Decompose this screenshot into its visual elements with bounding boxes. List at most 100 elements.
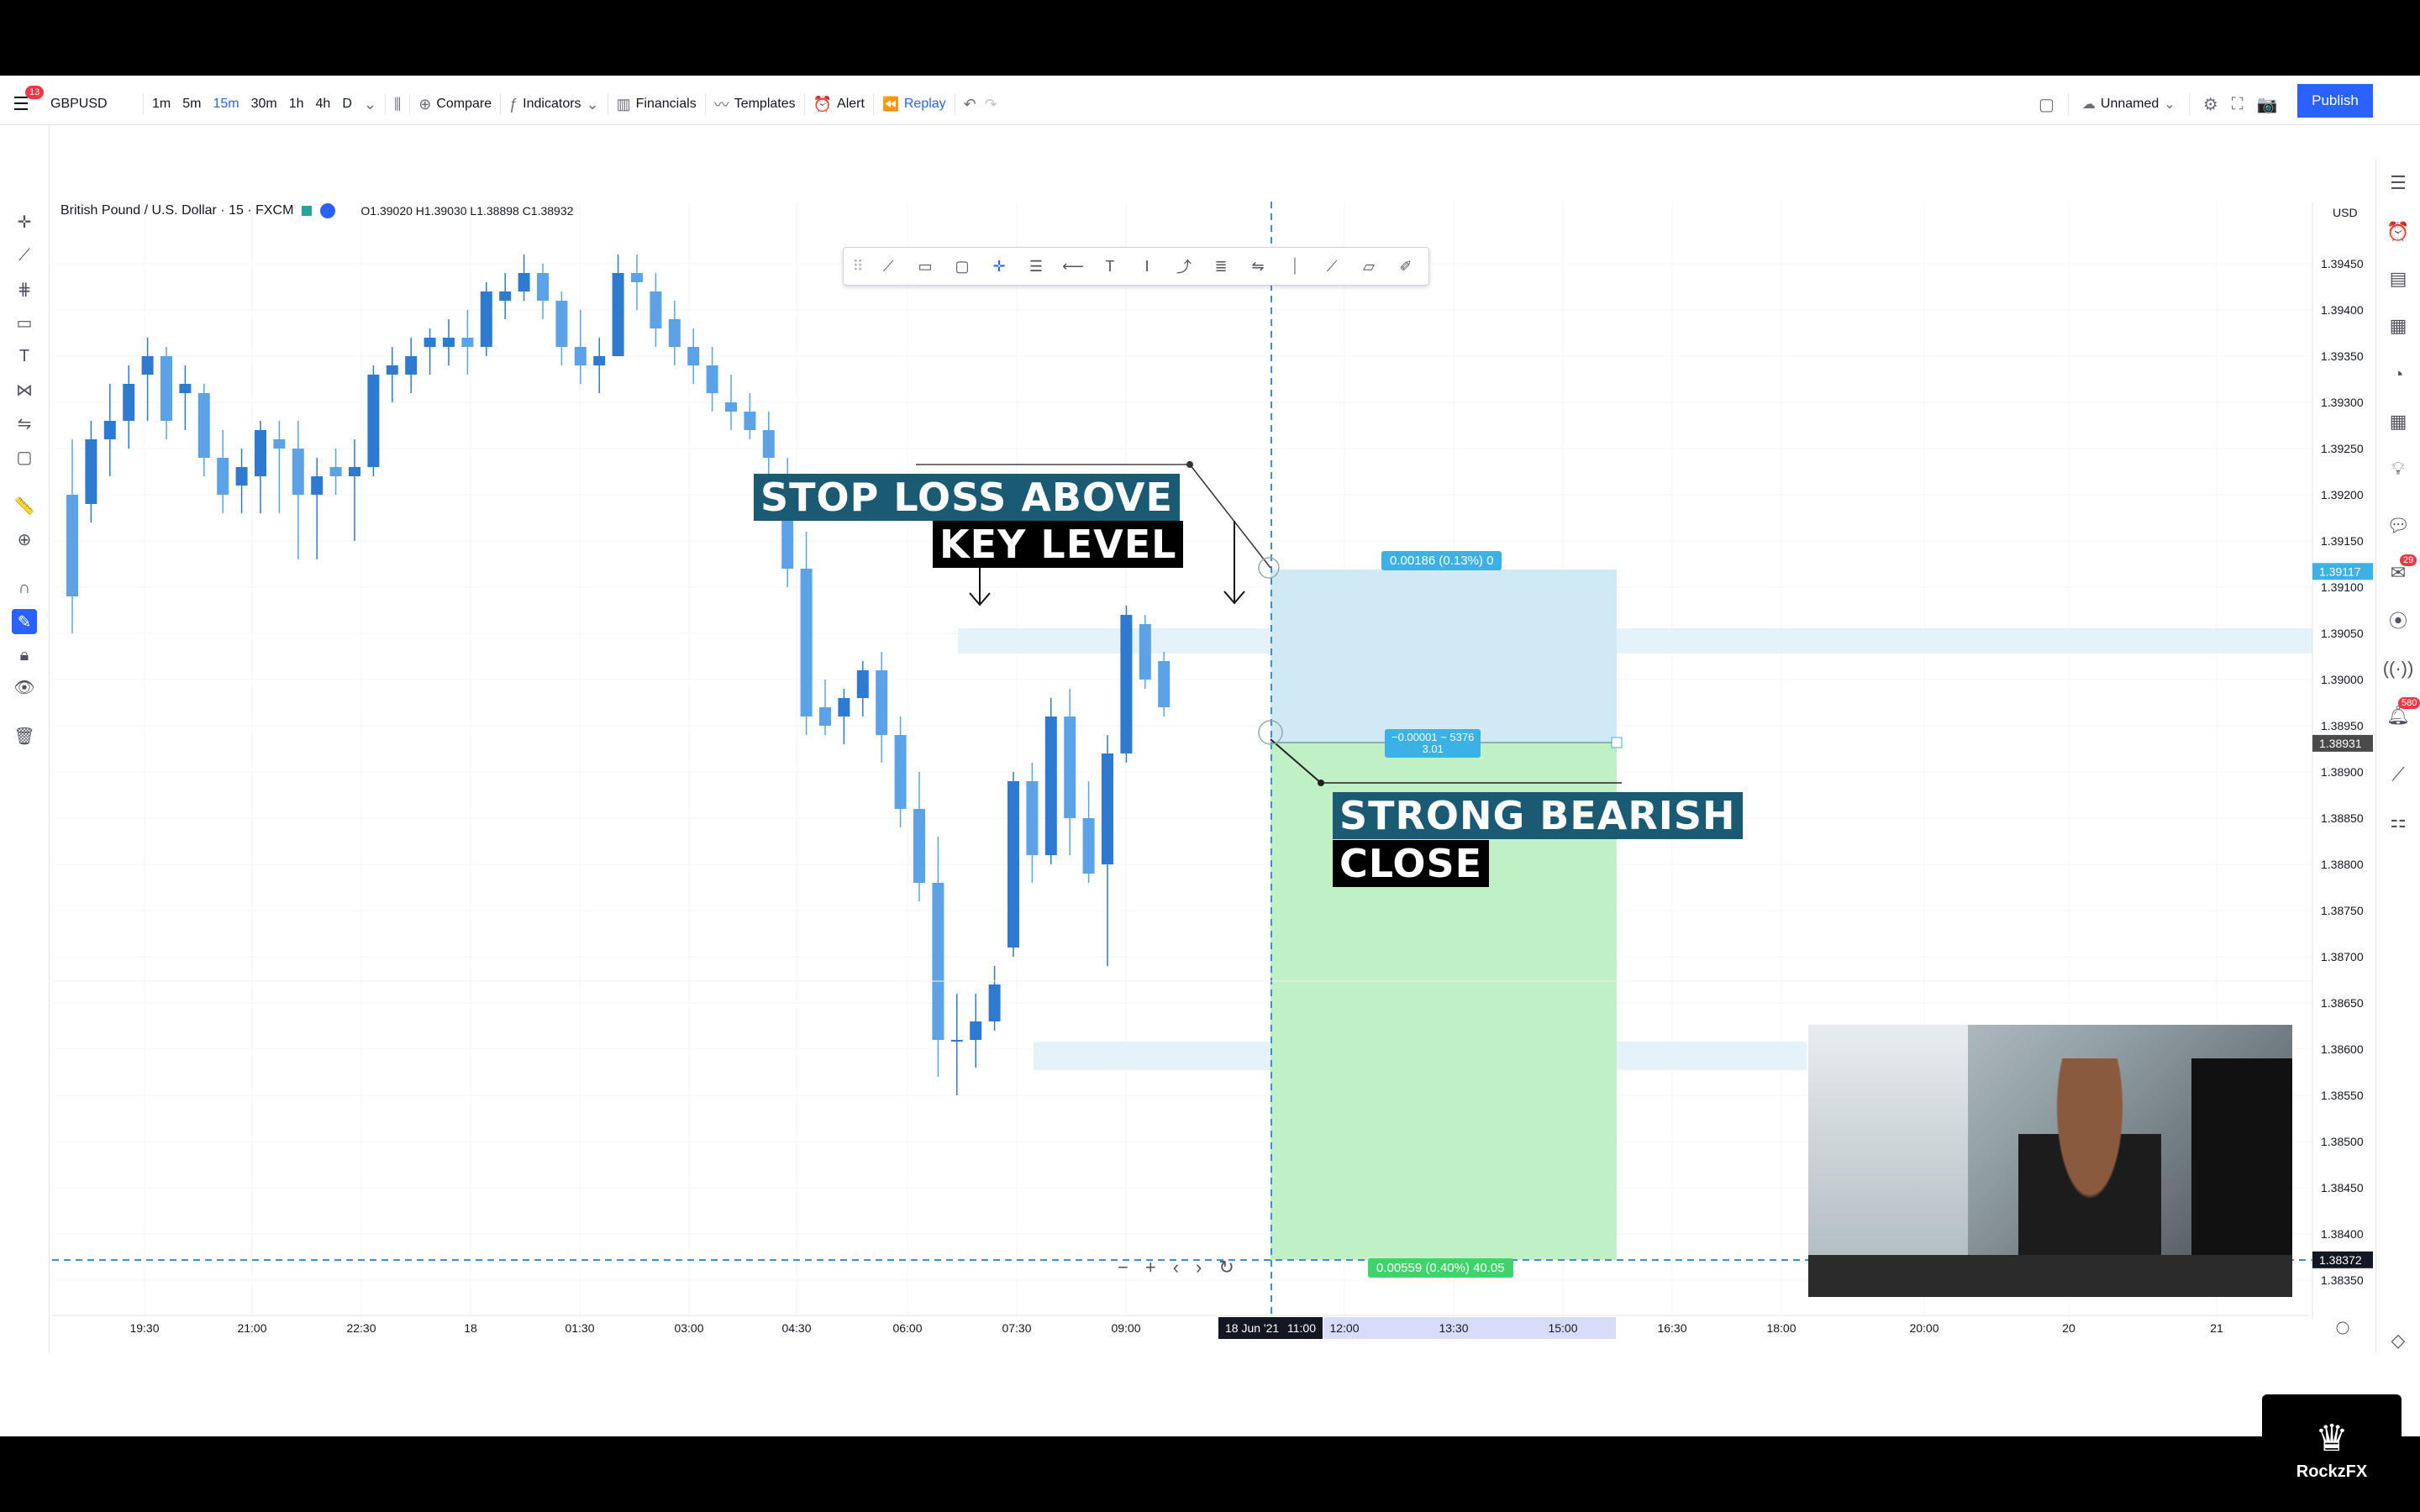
symbol-title[interactable]: British Pound / U.S. Dollar · 15 · FXCM [60, 203, 293, 218]
text-icon[interactable]: T [1097, 254, 1123, 279]
candle-body [1026, 781, 1039, 855]
rectangle-tool-icon[interactable]: ▭ [12, 310, 37, 335]
price-tick: 1.39450 [2321, 257, 2364, 270]
interval-15m[interactable]: 15m [213, 97, 239, 112]
trend-line-icon[interactable]: ⟋ [876, 254, 901, 279]
interval-d[interactable]: D [342, 97, 352, 112]
chevron-down-icon[interactable]: ⌄ [364, 96, 376, 113]
idea-icon[interactable]: 💡︎ [2385, 455, 2412, 482]
templates-button[interactable]: 〰 Templates [706, 84, 804, 124]
interval-1m[interactable]: 1m [152, 97, 171, 112]
text-tool-icon[interactable]: T [12, 344, 37, 369]
zoom-in-icon[interactable]: ⊕ [12, 527, 37, 552]
interval-1h[interactable]: 1h [289, 97, 304, 112]
news-icon[interactable]: ▤ [2385, 265, 2412, 292]
alarm-clock-icon[interactable]: ⏰ [2385, 218, 2412, 245]
candle-body [612, 273, 624, 356]
interval-4h[interactable]: 4h [316, 97, 331, 112]
bar-chart-icon: ▥ [616, 95, 631, 113]
price-tick: 1.38550 [2321, 1089, 2364, 1102]
layout-name-button[interactable]: ☁ Unnamed ⌄ [2082, 96, 2175, 113]
candle-body [66, 495, 78, 596]
brush-icon[interactable]: ✐ [1393, 254, 1418, 279]
watchlist-icon[interactable]: ☰ [2385, 170, 2412, 197]
pattern-tool-icon[interactable]: ⋈ [12, 377, 37, 402]
calendar-icon[interactable]: ▦ [2385, 408, 2412, 435]
price-tick: 1.38900 [2321, 765, 2364, 779]
broadcast-icon[interactable]: ((·)) [2383, 655, 2414, 682]
candle-body [838, 698, 850, 717]
signals-icon[interactable]: ⦿ [2385, 606, 2412, 633]
candle-body [800, 569, 813, 717]
time-tick: 21:00 [237, 1321, 266, 1335]
financials-button[interactable]: ▥ Financials [608, 84, 705, 124]
fullscreen-icon[interactable]: ⛶ [2232, 95, 2244, 114]
time-tick: 16:30 [1657, 1321, 1686, 1335]
rectangle-icon[interactable]: ▭ [913, 254, 938, 279]
scroll-right-icon[interactable]: › [1196, 1257, 1202, 1278]
note-icon[interactable]: ▱ [1356, 254, 1381, 279]
magnet-icon[interactable]: ∩ [12, 575, 37, 601]
curve-icon[interactable]: ⤴ [1171, 254, 1197, 279]
trend-icon[interactable]: ⟋ [2385, 761, 2412, 788]
eye-icon[interactable]: 👁︎ [12, 675, 37, 700]
interval-5m[interactable]: 5m [182, 97, 201, 112]
publish-button[interactable]: Publish [2297, 84, 2373, 118]
hotlist-icon[interactable]: ◔ [2385, 361, 2412, 388]
callout-icon[interactable]: ▢ [950, 254, 975, 279]
reset-icon[interactable]: ↻ [1218, 1257, 1234, 1278]
time-tick: 20 [2062, 1321, 2075, 1335]
fib-icon[interactable]: ≣ [1208, 254, 1234, 279]
stay-in-drawing-mode-icon[interactable]: ✎ [12, 609, 37, 634]
position-tool-icon[interactable]: ⇋ [12, 411, 37, 436]
candle-body [894, 735, 907, 809]
chart-type-button[interactable]: ⫼ [386, 84, 409, 124]
text-cursor-icon[interactable]: Ⅰ [1134, 254, 1160, 279]
parallel-channel-icon[interactable]: ☰ [1023, 254, 1049, 279]
lock-icon[interactable]: 🔒︎ [12, 643, 37, 668]
candle-body [349, 467, 360, 476]
position-icon[interactable]: ⇋ [1245, 254, 1270, 279]
scroll-left-icon[interactable]: ‹ [1173, 1257, 1179, 1278]
price-tick: 1.39050 [2321, 627, 2364, 640]
alert-button[interactable]: ⏰ Alert [805, 84, 873, 124]
alerts-icon[interactable]: 🔔︎ 580 [2385, 697, 2420, 729]
camera-icon[interactable]: 📷 [2257, 94, 2278, 115]
indicators-button[interactable]: ƒ Indicators ⌄ [501, 84, 607, 124]
vertical-line-icon[interactable]: ⏐ [1282, 254, 1307, 279]
layout-name: Unnamed [2100, 97, 2160, 111]
compare-button[interactable]: ⊕ Compare [410, 84, 500, 124]
zoom-in-icon[interactable]: + [1145, 1257, 1156, 1278]
chevron-down-icon: ⌄ [586, 95, 599, 113]
layout-square-icon[interactable]: ▢ [2039, 94, 2054, 115]
main-menu-button[interactable]: ☰ 13 [0, 84, 45, 124]
notifications-icon[interactable]: ✉ 29 [2385, 554, 2417, 586]
collapse-icon[interactable]: ◇ [2385, 1327, 2412, 1354]
trend-line-icon[interactable]: ⟋ [12, 243, 37, 268]
brand-logo: ♛ RockzFX [2262, 1394, 2402, 1488]
entry-label: −0.00001 ~ 5376 3.01 [1385, 729, 1481, 758]
gear-icon[interactable]: ⚙ [2203, 94, 2218, 115]
horizontal-ray-icon[interactable]: ⟵ [1060, 254, 1086, 279]
time-tick: 09:00 [1111, 1321, 1140, 1335]
lion-logo-icon: ♛ [2315, 1418, 2349, 1459]
crosshair-icon[interactable]: ✛ [12, 209, 37, 234]
drag-handle-icon[interactable]: ⠿ [852, 254, 864, 279]
crosshair-icon[interactable]: ✛ [986, 254, 1012, 279]
data-window-icon[interactable]: ▦ [2385, 312, 2412, 339]
replay-button[interactable]: ⏪ Replay [874, 84, 955, 124]
shapes-icon[interactable]: ▢ [12, 444, 37, 470]
symbol-search[interactable]: GBPUSD [42, 84, 143, 124]
undo-button[interactable]: ↶ [955, 84, 985, 124]
interval-group: 1m 5m 15m 30m 1h 4h D ⌄ [144, 84, 385, 124]
trash-icon[interactable]: 🗑︎ [12, 723, 37, 748]
object-tree-icon[interactable]: ⚏ [2385, 808, 2412, 835]
zoom-out-icon[interactable]: − [1118, 1257, 1128, 1278]
chat-icon[interactable]: 💬︎ [2385, 512, 2412, 539]
fib-tool-icon[interactable]: ⋕ [12, 276, 37, 302]
redo-button[interactable]: ↷ [985, 84, 1006, 124]
interval-30m[interactable]: 30m [251, 97, 277, 112]
ruler-icon[interactable]: 📏 [12, 493, 37, 518]
time-tick: 18 [464, 1321, 477, 1335]
line-icon[interactable]: ⟋ [1319, 254, 1344, 279]
